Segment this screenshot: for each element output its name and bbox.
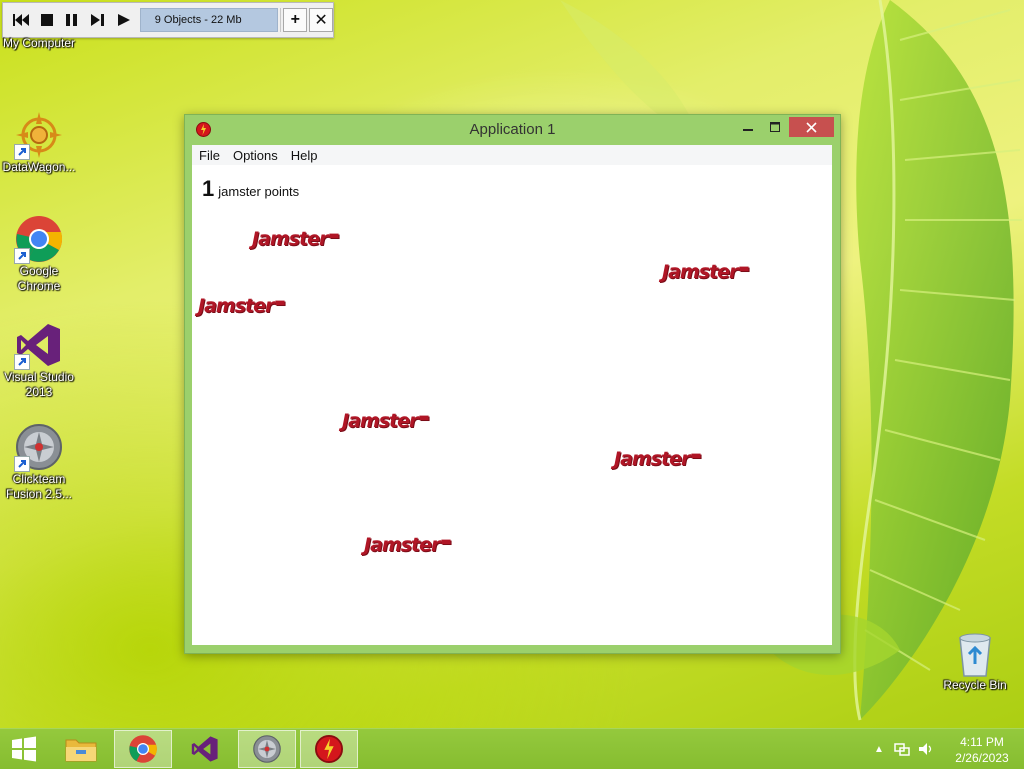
desktop-icon-my-computer[interactable]: My Computer (0, 36, 78, 51)
system-tray: ▲ (874, 729, 934, 769)
restart-icon[interactable] (9, 8, 33, 32)
jamster-sprite-text: Jamster (198, 295, 274, 317)
taskbar-file-explorer[interactable] (52, 730, 110, 768)
jamster-dash-icon: ▬ (738, 261, 749, 275)
desktop-icon-visual-studio[interactable]: Visual Studio 2013 (0, 320, 78, 400)
jamster-dash-icon: ▬ (440, 534, 451, 548)
step-icon[interactable] (86, 8, 110, 32)
jamster-sprite-text: Jamster (614, 448, 690, 470)
windows-logo-icon (12, 736, 36, 762)
jamster-sprite[interactable]: Jamster▬ (342, 410, 430, 432)
jamster-sprite[interactable]: Jamster▬ (198, 295, 286, 317)
maximize-button[interactable] (762, 117, 788, 137)
folder-icon (65, 739, 97, 762)
desktop-icon-clickteam-fusion[interactable]: Clickteam Fusion 2.5... (0, 422, 78, 502)
score-label: jamster points (218, 184, 300, 199)
datawagon-icon (14, 110, 64, 160)
clickteam-fusion-icon (14, 422, 64, 472)
desktop-icon-label: Visual Studio 2013 (4, 370, 74, 399)
desktop-icon-label: DataWagon... (2, 160, 76, 174)
desktop-icon-label: My Computer (2, 36, 76, 50)
menu-bar: File Options Help (192, 145, 832, 165)
jamster-sprite[interactable]: Jamster▬ (252, 228, 340, 250)
jamster-dash-icon: ▬ (690, 448, 701, 462)
taskbar: ▲ 4:11 PM 2/26/2023 (0, 728, 1024, 769)
jamster-sprite-text: Jamster (364, 534, 440, 556)
jamster-sprite[interactable]: Jamster▬ (614, 448, 702, 470)
taskbar-application-1[interactable] (300, 730, 358, 768)
plus-icon[interactable]: + (283, 8, 308, 32)
clock[interactable]: 4:11 PM 2/26/2023 (944, 734, 1020, 766)
jamster-sprite-text: Jamster (252, 228, 328, 250)
recycle-bin-icon (955, 630, 995, 678)
close-icon (806, 121, 817, 133)
start-button[interactable] (0, 730, 48, 768)
desktop-icon-recycle-bin[interactable]: Recycle Bin (940, 630, 1010, 693)
chrome-icon (129, 735, 157, 763)
pause-icon[interactable] (61, 8, 85, 32)
desktop-icon-label: Google Chrome (17, 264, 61, 293)
chrome-icon (14, 214, 64, 264)
minimize-button[interactable] (735, 117, 761, 137)
desktop-icon-datawagon[interactable]: DataWagon... (0, 110, 78, 175)
shortcut-arrow-icon (14, 354, 30, 370)
run-control-toolbar: 9 Objects - 22 Mb + ✕ (2, 2, 334, 38)
network-icon[interactable] (894, 742, 910, 756)
play-icon[interactable] (112, 8, 136, 32)
close-icon[interactable]: ✕ (309, 8, 333, 32)
desktop-icon-google-chrome[interactable]: Google Chrome (0, 214, 78, 294)
menu-options[interactable]: Options (233, 148, 278, 163)
menu-help[interactable]: Help (291, 148, 318, 163)
shortcut-arrow-icon (14, 144, 30, 160)
close-button[interactable] (789, 117, 834, 137)
visual-studio-icon (191, 736, 218, 762)
menu-file[interactable]: File (199, 148, 220, 163)
score-display: 1 jamster points (202, 176, 299, 202)
jamster-sprite[interactable]: Jamster▬ (662, 261, 750, 283)
divider (280, 8, 282, 32)
taskbar-clickteam-fusion[interactable] (238, 730, 296, 768)
clock-time: 4:11 PM (960, 735, 1004, 749)
jamster-sprite[interactable]: Jamster▬ (364, 534, 452, 556)
desktop-icon-label: Clickteam Fusion 2.5... (5, 472, 73, 501)
stop-icon[interactable] (35, 8, 59, 32)
jamster-dash-icon: ▬ (274, 295, 285, 309)
shortcut-arrow-icon (14, 456, 30, 472)
game-canvas[interactable]: 1 jamster points Jamster▬ Jamster▬ Jamst… (192, 165, 832, 645)
taskbar-chrome[interactable] (114, 730, 172, 768)
window-titlebar[interactable]: Application 1 (185, 115, 840, 145)
app-icon (315, 735, 343, 763)
shortcut-arrow-icon (14, 248, 30, 264)
visual-studio-icon (14, 320, 64, 370)
desktop-icon-label: Recycle Bin (943, 678, 1007, 692)
minimize-icon (743, 129, 753, 131)
taskbar-visual-studio[interactable] (176, 730, 234, 768)
jamster-sprite-text: Jamster (662, 261, 738, 283)
clickteam-fusion-icon (253, 735, 281, 763)
score-value: 1 (202, 176, 215, 201)
jamster-dash-icon: ▬ (418, 410, 429, 424)
jamster-dash-icon: ▬ (328, 228, 339, 242)
volume-icon[interactable] (918, 742, 934, 756)
jamster-sprite-text: Jamster (342, 410, 418, 432)
application-window: Application 1 File Options Help 1 jamste… (184, 114, 841, 654)
show-hidden-icons-icon[interactable]: ▲ (874, 744, 884, 755)
objects-status: 9 Objects - 22 Mb (139, 8, 279, 32)
maximize-icon (770, 122, 780, 132)
clock-date: 2/26/2023 (955, 751, 1009, 765)
